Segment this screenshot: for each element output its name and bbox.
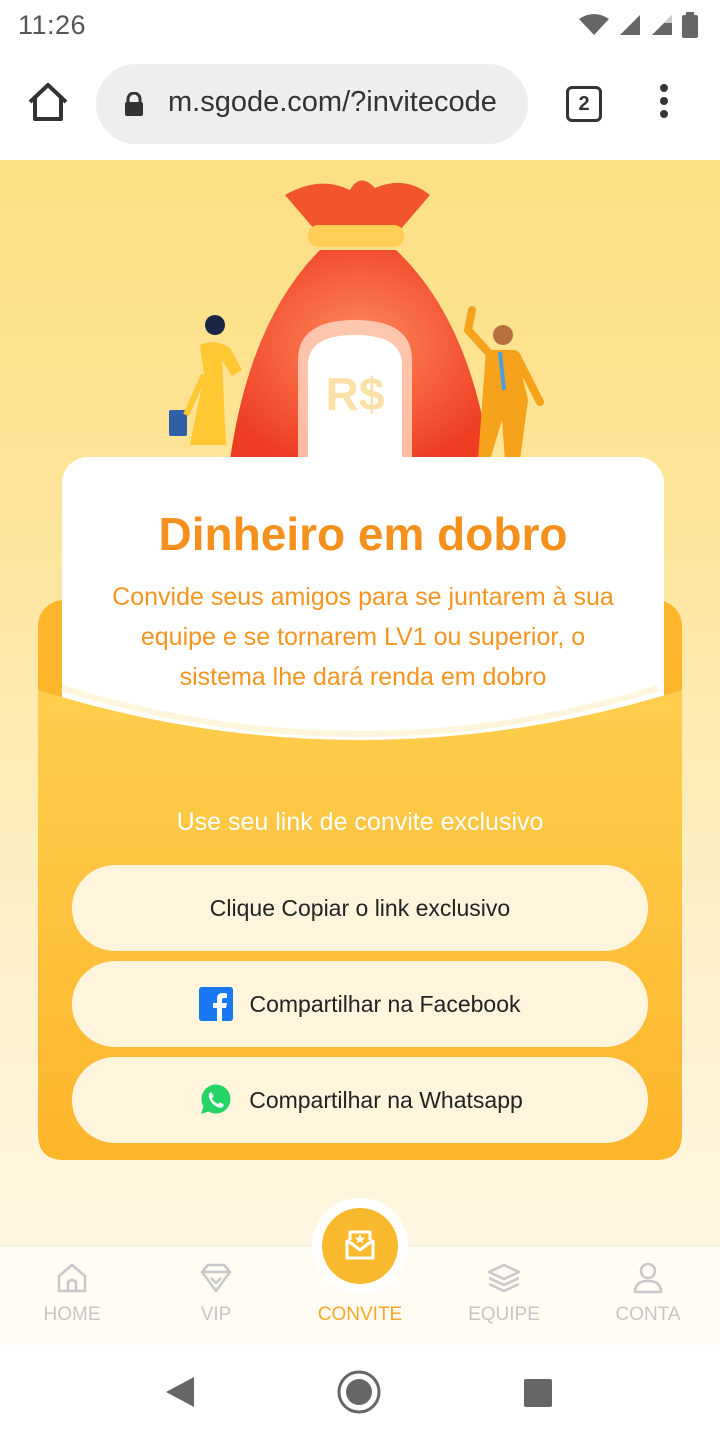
signal-icon: [620, 15, 640, 35]
nav-conta-label: CONTA: [615, 1304, 681, 1325]
wifi-icon: [579, 14, 609, 35]
money-bag-illustration: R$: [169, 180, 544, 460]
url-bar[interactable]: m.sgode.com/?invitecode: [96, 64, 528, 144]
browser-home-icon[interactable]: [26, 80, 70, 124]
share-facebook-button[interactable]: Compartilhar na Facebook: [72, 961, 648, 1047]
share-whatsapp-label: Compartilhar na Whatsapp: [249, 1086, 523, 1113]
card-title: Dinheiro em dobro: [158, 508, 568, 560]
signal-icon-2: [652, 15, 672, 35]
nav-home-label: HOME: [43, 1304, 101, 1325]
nav-vip[interactable]: VIP: [144, 1246, 288, 1346]
back-icon[interactable]: [164, 1375, 196, 1409]
url-text: m.sgode.com/?invitecode: [168, 86, 497, 118]
layers-icon: [487, 1263, 521, 1293]
nav-equipe-label: EQUIPE: [468, 1304, 540, 1325]
invite-icon: [345, 1230, 375, 1260]
invite-heading: Use seu link de convite exclusivo: [176, 808, 544, 836]
tabs-button[interactable]: 2: [566, 86, 602, 122]
copy-link-label: Clique Copiar o link exclusivo: [209, 894, 511, 921]
android-nav-bar: [0, 1345, 720, 1440]
user-icon: [633, 1262, 663, 1294]
nav-equipe[interactable]: EQUIPE: [432, 1246, 576, 1346]
copy-link-button[interactable]: Clique Copiar o link exclusivo: [72, 865, 648, 951]
home-icon: [57, 1263, 87, 1293]
browser-toolbar: m.sgode.com/?invitecode 2: [0, 50, 720, 160]
invite-page: R$ Dinheiro em dobro Convide seus amigos…: [0, 160, 720, 1245]
nav-convite-label: CONVITE: [317, 1304, 403, 1325]
nav-vip-label: VIP: [200, 1304, 232, 1325]
nav-home[interactable]: HOME: [0, 1246, 144, 1346]
facebook-icon: [199, 987, 234, 1021]
recents-icon[interactable]: [522, 1377, 554, 1409]
status-icons: [578, 12, 698, 38]
nav-conta[interactable]: CONTA: [576, 1246, 720, 1346]
currency-symbol: R$: [326, 368, 385, 420]
share-whatsapp-button[interactable]: Compartilhar na Whatsapp: [72, 1057, 648, 1143]
browser-menu-icon[interactable]: [656, 84, 672, 124]
home-circle-icon[interactable]: [336, 1369, 382, 1415]
battery-icon: [682, 12, 698, 38]
status-bar: 11:26: [0, 0, 720, 50]
lock-icon: [125, 92, 143, 116]
share-facebook-label: Compartilhar na Facebook: [249, 990, 521, 1017]
nav-convite-bubble[interactable]: [312, 1198, 408, 1294]
status-time: 11:26: [18, 10, 87, 40]
card-description: Convide seus amigos para se juntarem à s…: [112, 583, 614, 691]
diamond-icon: [200, 1263, 232, 1293]
whatsapp-icon: [201, 1084, 231, 1114]
